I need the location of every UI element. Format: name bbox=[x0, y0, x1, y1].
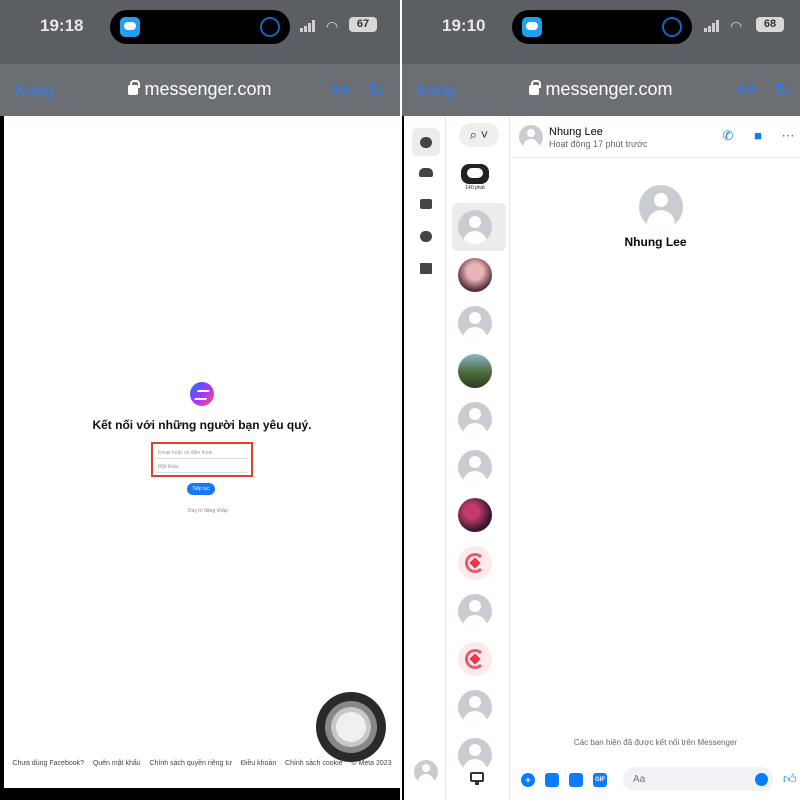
wifi-icon: ◠ bbox=[730, 18, 743, 34]
dynamic-island bbox=[512, 10, 692, 44]
chat-list-item[interactable] bbox=[458, 738, 492, 772]
search-button[interactable]: ⌕ ˅ bbox=[459, 123, 499, 147]
chats-nav-item[interactable] bbox=[412, 128, 440, 156]
reload-icon[interactable]: ↻ bbox=[368, 78, 385, 103]
browser-url-bar: Xong messenger.com AA ↻ bbox=[402, 64, 800, 116]
email-field[interactable]: Email hoặc số điện thoại bbox=[156, 447, 248, 459]
footer-link[interactable]: Quên mật khẩu bbox=[93, 760, 141, 767]
battery-indicator: 68 bbox=[756, 17, 784, 32]
reload-icon[interactable]: ↻ bbox=[774, 78, 791, 103]
messages-app-icon bbox=[522, 17, 542, 37]
status-bar: 19:10 ◠ 68 bbox=[402, 0, 800, 64]
messenger-logo-icon bbox=[190, 382, 214, 406]
like-icon[interactable]: 👍︎ bbox=[783, 772, 797, 786]
more-options-icon[interactable]: ⋯ bbox=[781, 129, 795, 143]
footer-link[interactable]: Điều khoản bbox=[241, 760, 276, 767]
status-bar: 19:18 ◠ 67 bbox=[0, 0, 400, 64]
chat-list: ⌕ ˅ 140 phút bbox=[448, 116, 510, 800]
plus-icon[interactable]: + bbox=[521, 773, 535, 787]
chat-list-item[interactable] bbox=[458, 306, 492, 340]
gif-icon[interactable]: GIF bbox=[593, 773, 607, 787]
url-text: messenger.com bbox=[144, 79, 272, 99]
user-avatar[interactable] bbox=[414, 760, 438, 784]
dynamic-island bbox=[110, 10, 290, 44]
chat-bubble-icon bbox=[420, 136, 432, 148]
assistive-touch-button[interactable] bbox=[316, 692, 386, 762]
footer-link[interactable]: Chính sách quyền riêng tư bbox=[149, 760, 232, 767]
chat-list-item[interactable] bbox=[458, 642, 492, 676]
chat-list-item[interactable] bbox=[458, 498, 492, 532]
people-nav-item[interactable] bbox=[412, 158, 440, 186]
message-input[interactable] bbox=[623, 767, 773, 791]
continue-button[interactable]: Tiếp tục bbox=[187, 483, 215, 495]
text-size-button[interactable]: AA bbox=[736, 81, 756, 98]
chat-list-item[interactable] bbox=[458, 690, 492, 724]
contact-avatar[interactable] bbox=[519, 125, 543, 149]
wifi-icon: ◠ bbox=[326, 18, 339, 34]
chat-list-item[interactable] bbox=[458, 402, 492, 436]
activity-ring-icon bbox=[662, 17, 682, 37]
panda-sticker-icon bbox=[461, 164, 489, 184]
archive-nav-item[interactable] bbox=[412, 254, 440, 282]
chat-list-item[interactable] bbox=[458, 354, 492, 388]
footer-links: Chưa dùng Facebook? Quên mật khẩu Chính … bbox=[4, 760, 400, 767]
signal-icon bbox=[704, 20, 720, 32]
conversation-panel: Nhung Lee Hoạt động 17 phút trước ✆ ■ ⋯ … bbox=[511, 116, 800, 800]
chat-list-item[interactable] bbox=[458, 450, 492, 484]
image-icon[interactable] bbox=[545, 773, 559, 787]
activity-ring-icon bbox=[260, 17, 280, 37]
contact-name[interactable]: Nhung Lee bbox=[549, 126, 603, 138]
right-screenshot: 19:10 ◠ 68 Xong messenger.com AA ↻ ⌕ ˅ 1… bbox=[400, 0, 800, 800]
nav-rail bbox=[404, 116, 446, 800]
chat-item-caption: 140 phút bbox=[465, 185, 485, 191]
conversation-header: Nhung Lee Hoạt động 17 phút trước ✆ ■ ⋯ bbox=[511, 116, 800, 158]
status-time: 19:10 bbox=[442, 16, 486, 35]
marketplace-nav-item[interactable] bbox=[412, 190, 440, 218]
status-time: 19:18 bbox=[40, 16, 84, 35]
login-fields-highlight: Email hoặc số điện thoại Mật khẩu bbox=[151, 442, 253, 477]
keep-signed-in-checkbox[interactable]: Duy trì đăng nhập bbox=[188, 508, 228, 514]
footer-link[interactable]: Chưa dùng Facebook? bbox=[12, 760, 84, 767]
lock-icon bbox=[529, 80, 542, 95]
profile-avatar[interactable] bbox=[639, 185, 683, 229]
left-screenshot: 19:18 ◠ 67 Xong messenger.com AA ↻ Kết n… bbox=[0, 0, 400, 800]
chat-list-item[interactable] bbox=[458, 546, 492, 580]
emoji-icon[interactable] bbox=[755, 773, 768, 786]
message-composer: + GIF 👍︎ bbox=[511, 764, 800, 800]
phone-icon[interactable]: ✆ bbox=[721, 129, 735, 143]
requests-nav-item[interactable] bbox=[412, 222, 440, 250]
video-call-icon[interactable]: ■ bbox=[751, 129, 765, 143]
sticker-icon[interactable] bbox=[569, 773, 583, 787]
search-icon: ⌕ ˅ bbox=[469, 127, 489, 142]
store-icon bbox=[420, 199, 432, 209]
chat-list-item[interactable] bbox=[458, 594, 492, 628]
url-text: messenger.com bbox=[545, 79, 673, 99]
message-requests-icon bbox=[420, 230, 432, 242]
chat-list-item[interactable]: 140 phút bbox=[458, 160, 492, 194]
signal-icon bbox=[300, 20, 316, 32]
desktop-icon[interactable] bbox=[470, 772, 484, 785]
contact-status: Hoạt động 17 phút trước bbox=[549, 139, 648, 149]
connected-note: Các bạn hiện đã được kết nối trên Messen… bbox=[573, 738, 738, 747]
browser-url-bar: Xong messenger.com AA ↻ bbox=[0, 64, 400, 116]
messenger-login-page: Kết nối với những người bạn yêu quý. Ema… bbox=[4, 116, 400, 788]
messenger-app-page: ⌕ ˅ 140 phút Nhung Lee Hoạt động 17 phút… bbox=[404, 116, 800, 800]
text-size-button[interactable]: AA bbox=[330, 81, 350, 98]
chat-list-item[interactable] bbox=[458, 258, 492, 292]
login-tagline: Kết nối với những người bạn yêu quý. bbox=[92, 418, 312, 432]
profile-name: Nhung Lee bbox=[624, 235, 687, 249]
lock-icon bbox=[128, 80, 141, 95]
bottom-edge bbox=[0, 788, 400, 800]
people-icon bbox=[419, 167, 433, 177]
messages-app-icon bbox=[120, 17, 140, 37]
archive-icon bbox=[420, 262, 432, 274]
battery-indicator: 67 bbox=[349, 17, 377, 32]
password-field[interactable]: Mật khẩu bbox=[156, 461, 248, 473]
chat-list-item[interactable] bbox=[458, 210, 492, 244]
footer-link[interactable]: Chính sách cookie bbox=[285, 760, 343, 767]
